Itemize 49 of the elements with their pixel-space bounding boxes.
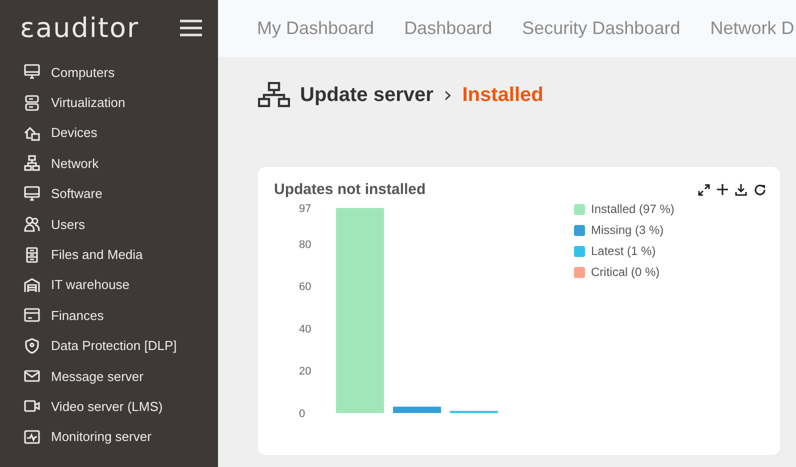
sidebar-item[interactable]: Files and Media: [0, 239, 218, 270]
chart-bar: [393, 406, 441, 413]
sidebar-item[interactable]: Users: [0, 208, 218, 240]
chart-bar: [450, 410, 498, 413]
legend-label: Installed (97 %): [591, 202, 674, 216]
breadcrumb-link[interactable]: Update server: [300, 84, 434, 106]
sidebar-item[interactable]: Video server (LMS): [0, 391, 218, 422]
sidebar-item[interactable]: Monitoring server: [0, 422, 218, 452]
axis-tick-label: 20: [299, 366, 312, 378]
network-icon: [258, 82, 290, 108]
axis-tick-label: 97: [299, 203, 312, 215]
expand-icon[interactable]: [698, 184, 710, 196]
files-icon: [24, 246, 40, 263]
legend-label: Missing (3 %): [591, 223, 664, 237]
sidebar-item[interactable]: Message server: [0, 360, 218, 392]
axis-tick-label: 40: [299, 323, 312, 336]
sidebar-item[interactable]: IT warehouse: [0, 270, 218, 300]
sidebar-item[interactable]: Devices: [0, 118, 218, 148]
breadcrumb-current: Installed: [462, 84, 544, 106]
monitor-icon: [24, 186, 40, 202]
server-icon: [24, 94, 40, 111]
sidebar-item[interactable]: Software: [0, 178, 218, 209]
sidebar-item[interactable]: Computers: [0, 57, 218, 88]
shield-icon: [24, 338, 40, 354]
breadcrumb-separator: ›: [443, 82, 452, 108]
legend-label: Latest (1 %): [591, 244, 656, 258]
warehouse-icon: [24, 276, 40, 293]
sidebar-item[interactable]: Finances: [0, 300, 218, 331]
mail-icon: [24, 368, 40, 384]
axis-tick-label: 80: [299, 238, 312, 251]
sidebar-item[interactable]: Data Protection [DLP]: [0, 330, 218, 361]
axis-tick-label: 0: [299, 408, 306, 420]
sidebar-item[interactable]: Virtualization: [0, 87, 218, 118]
axis-tick-label: 60: [299, 281, 312, 294]
users-icon: [24, 216, 40, 232]
network-icon: [24, 155, 40, 172]
chart-title: Updates not installed: [274, 181, 426, 198]
legend-label: Critical (0 %): [591, 265, 660, 279]
card-icon: [24, 307, 40, 324]
refresh-icon[interactable]: [754, 184, 766, 196]
video-icon: [24, 398, 40, 414]
app-logo: ɛauditor: [20, 12, 140, 44]
monitoring-icon: [24, 428, 40, 445]
monitor-icon: [24, 64, 40, 80]
devices-icon: [24, 124, 40, 141]
menu-icon[interactable]: [180, 19, 202, 37]
download-icon[interactable]: [735, 184, 747, 196]
sidebar-item[interactable]: Network: [0, 148, 218, 179]
plus-icon[interactable]: [717, 184, 728, 195]
